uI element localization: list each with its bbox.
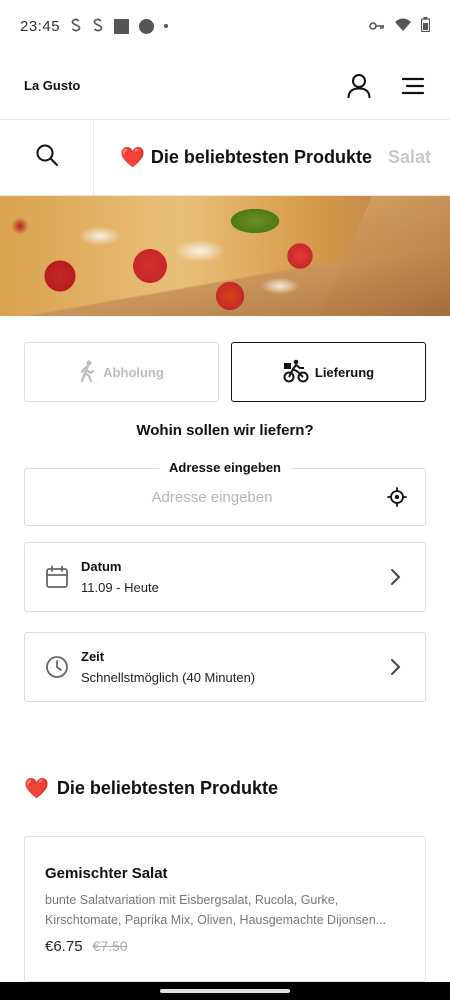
system-nav-bar [0,982,450,1000]
user-icon[interactable] [346,73,372,99]
hero-banner [0,196,450,316]
calendar-icon [45,565,69,589]
delivery-button[interactable]: Lieferung [231,342,426,402]
menu-icon[interactable] [400,73,426,99]
wifi-icon [395,18,411,35]
s-notification-icon [70,18,82,35]
search-icon[interactable] [35,143,59,172]
tab-beliebteste-produkte[interactable]: ❤️ Die beliebtesten Produkte [120,145,372,170]
product-name: Gemischter Salat [45,865,168,882]
chevron-right-icon [385,567,405,587]
product-price: €6.75 [45,938,83,955]
date-value: 11.09 - Heute [81,580,159,595]
home-handle[interactable] [160,989,290,993]
locate-icon[interactable] [369,469,425,525]
heart-icon: ❤️ [24,778,49,800]
dot-icon [164,24,169,28]
s-notification-icon [92,18,104,35]
category-tabs: ❤️ Die beliebtesten Produkte Salat [94,120,450,195]
product-card[interactable]: Gemischter Salat bunte Salatvariation mi… [24,836,426,982]
pizza-crust [320,196,450,316]
address-input[interactable] [25,488,369,506]
walking-icon [79,360,97,385]
address-legend: Adresse eingeben [159,460,291,475]
delivery-question: Wohin sollen wir liefern? [136,422,314,439]
status-time: 23:45 [20,17,61,35]
date-title: Datum [81,559,122,574]
clock-icon [45,655,69,679]
product-description: bunte Salatvariation mit Eisbergsalat, R… [45,893,387,927]
circle-notification-icon [139,18,155,34]
tab-label: Die beliebtesten Produkte [150,147,372,167]
vpn-key-icon [369,18,385,35]
tab-salat[interactable]: Salat [388,147,431,168]
order-mode-toggle: Abholung Lieferung [24,342,426,402]
category-search-button[interactable] [0,120,94,195]
address-field: Adresse eingeben [24,460,426,526]
square-notification-icon [114,18,130,34]
app-header: La Gusto [0,52,450,120]
time-title: Zeit [81,649,105,664]
bike-delivery-icon [283,359,309,386]
category-bar: ❤️ Die beliebtesten Produkte Salat [0,120,450,196]
time-value: Schnellstmöglich (40 Minuten) [81,670,256,685]
chevron-right-icon [385,657,405,677]
heart-icon: ❤️ [120,147,145,169]
product-old-price: €7.50 [92,938,128,954]
date-selector[interactable]: Datum 11.09 - Heute [24,542,426,612]
pickup-button[interactable]: Abholung [24,342,219,402]
battery-icon [420,16,431,36]
time-selector[interactable]: Zeit Schnellstmöglich (40 Minuten) [24,632,426,702]
section-title: ❤️ Die beliebtesten Produkte [24,776,278,801]
delivery-label: Lieferung [314,364,375,380]
tab-label: Salat [387,147,431,167]
status-bar: 23:45 [0,0,450,52]
section-title-label: Die beliebtesten Produkte [56,778,278,798]
pickup-label: Abholung [103,364,164,380]
brand-name[interactable]: La Gusto [24,78,80,93]
